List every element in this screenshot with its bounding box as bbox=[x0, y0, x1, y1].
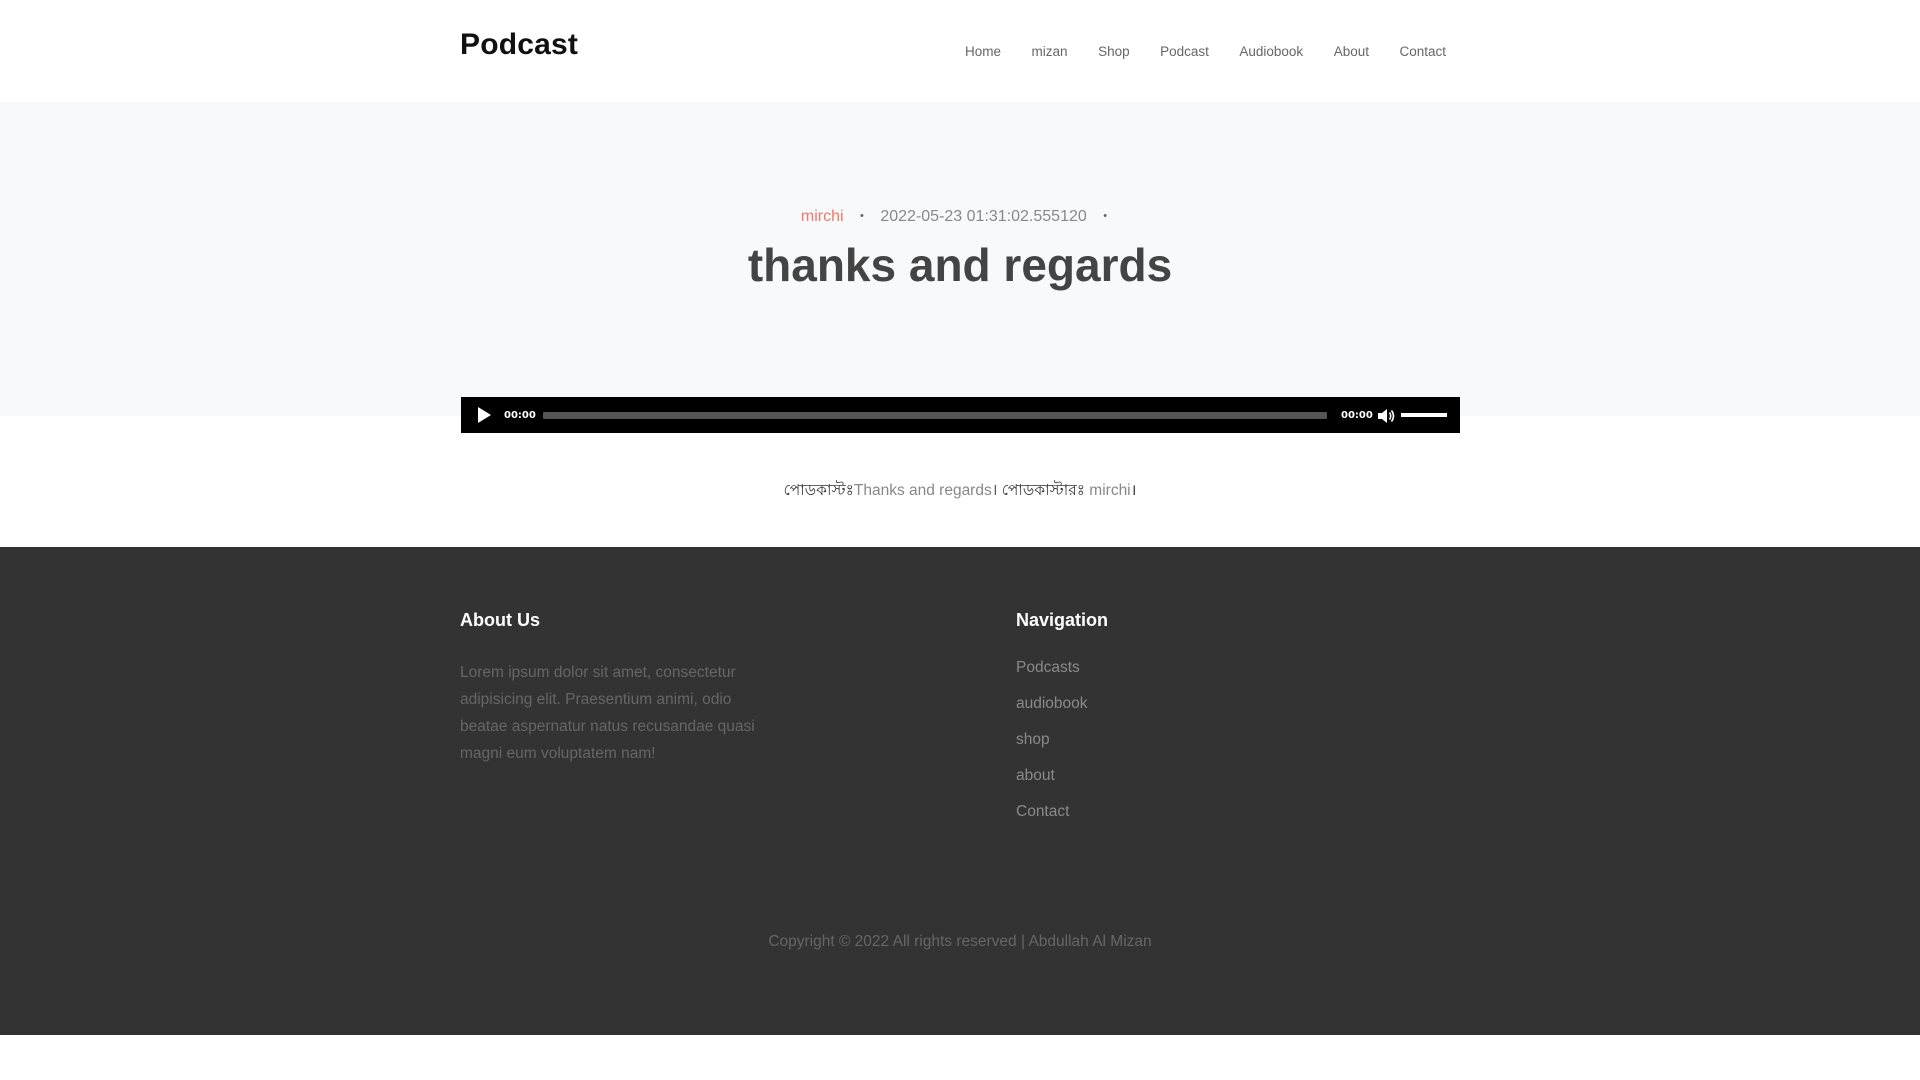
nav-item-contact[interactable]: Contact bbox=[1399, 44, 1446, 59]
copyright-text: Copyright © 2022 All rights reserved | A… bbox=[768, 933, 1152, 950]
site-footer: About Us Lorem ipsum dolor sit amet, con… bbox=[0, 547, 1920, 1035]
podcast-description: পোডকাস্টঃThanks and regards । পোডকাস্টারঃ… bbox=[0, 478, 1920, 504]
navigation-heading: Navigation bbox=[1016, 610, 1109, 630]
podcast-name: Thanks and regards bbox=[853, 482, 992, 499]
footer-nav: Podcasts audiobook shop about Contact bbox=[1016, 659, 1088, 839]
volume-icon[interactable] bbox=[1377, 408, 1395, 424]
about-heading: About Us bbox=[460, 610, 540, 630]
post-author[interactable]: mirchi bbox=[801, 208, 844, 225]
nav-item-about[interactable]: About bbox=[1334, 44, 1369, 59]
meta-separator: • bbox=[1103, 210, 1108, 222]
play-icon[interactable] bbox=[478, 407, 491, 423]
nav-item-mizan[interactable]: mizan bbox=[1032, 44, 1068, 59]
podcaster-label: পোডকাস্টারঃ bbox=[997, 482, 1090, 499]
current-time: 00:00 bbox=[504, 410, 536, 421]
seek-bar[interactable] bbox=[543, 412, 1327, 419]
footer-link-shop[interactable]: shop bbox=[1016, 731, 1088, 767]
about-text: Lorem ipsum dolor sit amet, consectetur … bbox=[460, 664, 755, 762]
podcaster-name: mirchi bbox=[1089, 482, 1131, 499]
volume-slider[interactable] bbox=[1401, 413, 1447, 417]
nav-item-audiobook[interactable]: Audiobook bbox=[1239, 44, 1303, 59]
sentence-end: । bbox=[1130, 482, 1137, 499]
footer-link-audiobook[interactable]: audiobook bbox=[1016, 695, 1088, 731]
nav-item-podcast[interactable]: Podcast bbox=[1160, 44, 1209, 59]
footer-link-podcasts[interactable]: Podcasts bbox=[1016, 659, 1088, 695]
footer-link-about[interactable]: about bbox=[1016, 767, 1088, 803]
nav-item-shop[interactable]: Shop bbox=[1098, 44, 1130, 59]
nav-item-home[interactable]: Home bbox=[965, 44, 1001, 59]
footer-link-contact[interactable]: Contact bbox=[1016, 803, 1088, 839]
post-title: thanks and regards bbox=[747, 239, 1173, 291]
duration-time: 00:00 bbox=[1341, 410, 1373, 421]
post-hero: mirchi • 2022-05-23 01:31:02.555120 • th… bbox=[0, 102, 1920, 416]
main-nav: Home mizan Shop Podcast Audiobook About … bbox=[935, 44, 1446, 59]
site-header: Podcast Home mizan Shop Podcast Audioboo… bbox=[0, 0, 1920, 102]
post-meta: mirchi • 2022-05-23 01:31:02.555120 • bbox=[0, 208, 1920, 226]
podcast-label: পোডকাস্টঃ bbox=[783, 482, 854, 499]
audio-player: 00:00 00:00 bbox=[461, 397, 1460, 433]
post-date: 2022-05-23 01:31:02.555120 bbox=[880, 208, 1087, 225]
site-logo[interactable]: Podcast bbox=[460, 28, 578, 62]
meta-separator: • bbox=[860, 210, 864, 222]
